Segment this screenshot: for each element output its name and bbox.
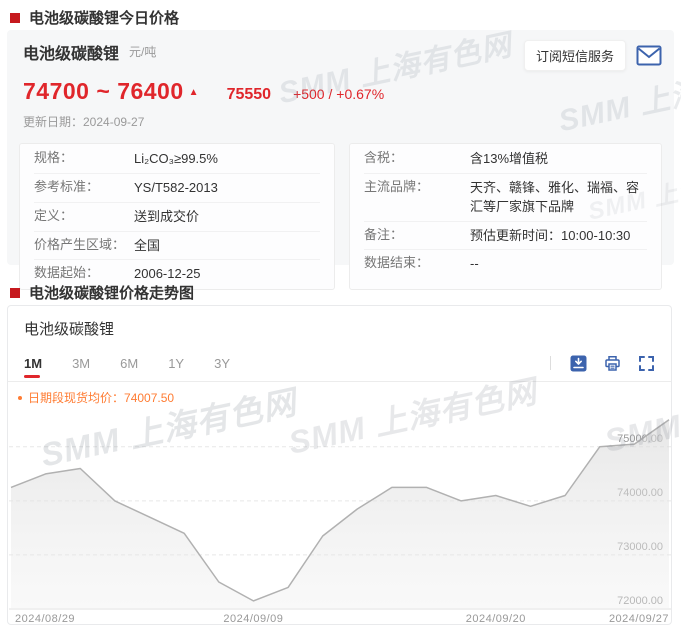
svg-text:2024/09/09: 2024/09/09: [223, 613, 283, 625]
red-square-bullet-icon: [10, 13, 20, 23]
price-unit: 元/吨: [129, 43, 156, 60]
fullscreen-icon[interactable]: [638, 355, 655, 372]
trend-chart-canvas[interactable]: 72000.0073000.0074000.0075000.002024/08/…: [9, 409, 671, 625]
table-row: 参考标准： YS/T582-2013: [34, 173, 320, 202]
chart-product-title: 电池级碳酸锂: [24, 318, 671, 339]
tabs-divider-line: [8, 381, 671, 382]
average-price: 75550: [227, 86, 272, 104]
table-row: 定义： 送到成交价: [34, 202, 320, 231]
chart-legend[interactable]: 日期段现货均价：74007.50: [18, 389, 671, 406]
svg-text:2024/08/29: 2024/08/29: [15, 613, 75, 625]
red-square-bullet-icon: [10, 288, 20, 298]
price-change: +500 / +0.67%: [293, 86, 384, 102]
trend-chart-card: 电池级碳酸锂 1M 3M 6M 1Y 3Y: [7, 305, 672, 625]
tab-1y[interactable]: 1Y: [168, 356, 184, 371]
price-up-arrow-icon: ▲: [189, 87, 199, 98]
svg-text:2024/09/27: 2024/09/27: [609, 613, 669, 625]
product-name: 电池级碳酸锂: [19, 40, 119, 64]
table-row: 规格： Li₂CO₃≥99.5%: [34, 145, 320, 173]
table-row: 备注： 预估更新时间：10:00-10:30: [364, 221, 647, 250]
tab-3m[interactable]: 3M: [72, 356, 90, 371]
price-row: 74700 ~ 76400 ▲ 75550 +500 / +0.67%: [19, 78, 662, 105]
svg-text:2024/09/20: 2024/09/20: [466, 613, 526, 625]
print-icon[interactable]: [604, 355, 621, 372]
save-image-icon[interactable]: [570, 355, 587, 372]
mail-icon[interactable]: [636, 45, 662, 66]
update-date: 更新日期：2024-09-27: [19, 113, 662, 130]
toolbar-divider: [550, 356, 551, 370]
table-row: 主流品牌： 天齐、赣锋、雅化、瑞福、容汇等厂家旗下品牌: [364, 173, 647, 221]
price-range: 74700 ~ 76400: [23, 78, 184, 105]
legend-dot-icon: [18, 396, 22, 400]
tab-1m[interactable]: 1M: [24, 356, 42, 371]
today-price-card: 电池级碳酸锂 元/吨 订阅短信服务 74700 ~ 76400 ▲ 75550 …: [7, 30, 674, 265]
today-price-section-title: 电池级碳酸锂今日价格: [10, 7, 179, 28]
subscribe-sms-button[interactable]: 订阅短信服务: [524, 40, 626, 71]
spec-info-table: 规格： Li₂CO₃≥99.5% 参考标准： YS/T582-2013 定义： …: [19, 143, 335, 290]
tab-3y[interactable]: 3Y: [214, 356, 230, 371]
period-tabs: 1M 3M 6M 1Y 3Y: [24, 352, 655, 374]
section2-title-text: 电池级碳酸锂价格走势图: [29, 282, 194, 303]
legend-label: 日期段现货均价：: [28, 389, 124, 406]
chart-area[interactable]: 72000.0073000.0074000.0075000.002024/08/…: [8, 409, 671, 625]
table-row: 数据结束： --: [364, 249, 647, 278]
trend-chart-section-title: 电池级碳酸锂价格走势图: [10, 282, 194, 303]
tab-6m[interactable]: 6M: [120, 356, 138, 371]
table-row: 价格产生区域： 全国: [34, 231, 320, 260]
table-row: 含税： 含13%增值税: [364, 145, 647, 173]
tax-brand-info-table: 含税： 含13%增值税 主流品牌： 天齐、赣锋、雅化、瑞福、容汇等厂家旗下品牌 …: [349, 143, 662, 290]
section1-title-text: 电池级碳酸锂今日价格: [29, 7, 179, 28]
legend-value: 74007.50: [124, 391, 174, 405]
